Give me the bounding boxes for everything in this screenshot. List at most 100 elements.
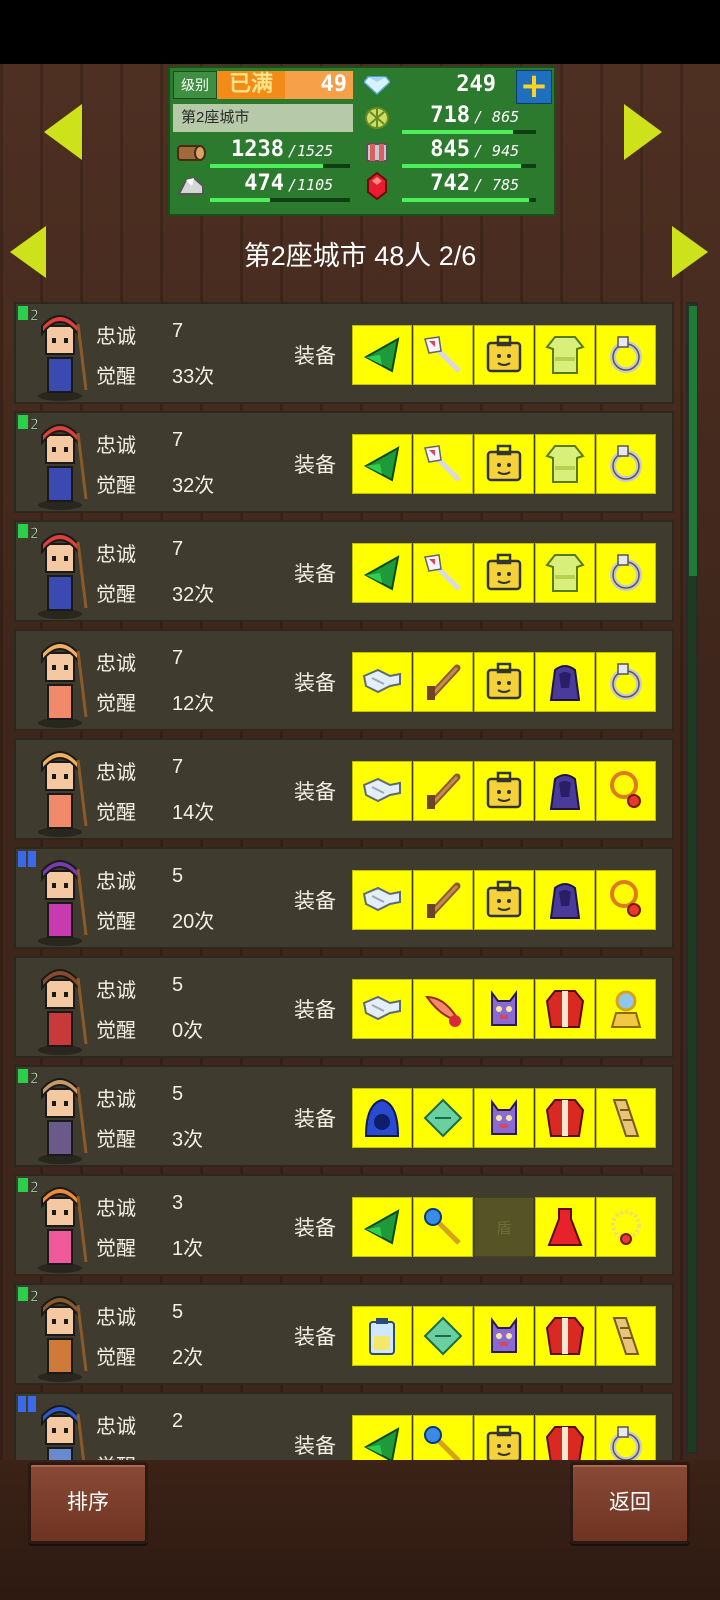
- resident-row[interactable]: 2 忠诚 5 觉醒 2次 装备: [14, 1283, 674, 1385]
- loyalty-value: 5: [172, 865, 184, 887]
- character-portrait[interactable]: 2: [16, 1067, 96, 1167]
- equip-slot[interactable]: [474, 1088, 534, 1148]
- resident-list[interactable]: 2 忠诚 7 觉醒 33次 装备 2 忠诚 7 觉醒 32次 装备 2 忠诚 7 觉醒 32次 装备 忠诚 7 觉醒 12…: [14, 302, 674, 1460]
- wood-max: /1525: [288, 142, 334, 160]
- character-portrait[interactable]: 2: [16, 304, 96, 404]
- list-scrollbar[interactable]: [686, 302, 698, 1454]
- resident-row[interactable]: 忠诚 7 觉醒 12次 装备: [14, 629, 674, 731]
- equip-slot[interactable]: [413, 543, 473, 603]
- equip-slot[interactable]: [352, 1088, 412, 1148]
- equip-slot[interactable]: [352, 434, 412, 494]
- awaken-label: 觉醒: [96, 1450, 136, 1460]
- back-button[interactable]: 返回: [570, 1462, 690, 1544]
- equip-slot[interactable]: [413, 325, 473, 385]
- ruby-value: 742: [430, 171, 470, 196]
- next-page-arrow[interactable]: [672, 226, 708, 278]
- food-value: 718: [430, 103, 470, 128]
- loyalty-value: 7: [172, 320, 184, 342]
- equip-slot[interactable]: [413, 870, 473, 930]
- equip-slot[interactable]: [596, 1415, 656, 1460]
- resident-row[interactable]: 2 忠诚 7 觉醒 32次 装备: [14, 411, 674, 513]
- ring-icon: [604, 1423, 648, 1460]
- character-portrait[interactable]: [16, 958, 96, 1058]
- resident-row[interactable]: 忠诚 5 觉醒 20次 装备: [14, 847, 674, 949]
- equip-slot[interactable]: [352, 1197, 412, 1257]
- add-gems-button[interactable]: +: [516, 69, 552, 104]
- equip-slot[interactable]: [474, 761, 534, 821]
- equip-slot[interactable]: [535, 1306, 595, 1366]
- equip-slot[interactable]: [535, 1197, 595, 1257]
- next-city-arrow[interactable]: [624, 104, 662, 160]
- equip-slot[interactable]: [596, 1197, 656, 1257]
- equip-slot[interactable]: [596, 870, 656, 930]
- sort-button[interactable]: 排序: [28, 1462, 148, 1544]
- equip-slot[interactable]: [413, 1088, 473, 1148]
- equip-slot[interactable]: [596, 652, 656, 712]
- equip-slot[interactable]: [413, 979, 473, 1039]
- equip-slot[interactable]: [535, 870, 595, 930]
- resident-row[interactable]: 忠诚 5 觉醒 0次 装备: [14, 956, 674, 1058]
- character-portrait[interactable]: 2: [16, 1285, 96, 1385]
- character-portrait[interactable]: [16, 1394, 96, 1460]
- equip-slot[interactable]: [352, 1415, 412, 1460]
- equip-slot[interactable]: [413, 1306, 473, 1366]
- equip-label: 装备: [294, 672, 336, 695]
- equip-slot[interactable]: [535, 434, 595, 494]
- prev-city-arrow[interactable]: [44, 104, 82, 160]
- character-portrait[interactable]: 2: [16, 413, 96, 513]
- equip-slot[interactable]: [352, 979, 412, 1039]
- equip-slot[interactable]: [535, 979, 595, 1039]
- equip-slot[interactable]: [596, 761, 656, 821]
- equip-slot[interactable]: [535, 325, 595, 385]
- equip-slot[interactable]: [352, 652, 412, 712]
- equip-slot[interactable]: [535, 652, 595, 712]
- equip-slot[interactable]: 盾: [474, 1197, 534, 1257]
- equip-slot[interactable]: [474, 1306, 534, 1366]
- awaken-count: 2次: [172, 1347, 204, 1369]
- loyalty-value: 5: [172, 1301, 184, 1323]
- equip-slot[interactable]: [535, 761, 595, 821]
- equip-slot[interactable]: [474, 979, 534, 1039]
- equip-slot[interactable]: [596, 434, 656, 494]
- equip-slot[interactable]: [413, 1197, 473, 1257]
- resident-row[interactable]: 忠诚 2 觉醒 装备: [14, 1392, 674, 1460]
- equip-slot[interactable]: [474, 1415, 534, 1460]
- character-portrait[interactable]: 2: [16, 1176, 96, 1276]
- resident-row[interactable]: 2 忠诚 3 觉醒 1次 装备 盾: [14, 1174, 674, 1276]
- resident-row[interactable]: 忠诚 7 觉醒 14次 装备: [14, 738, 674, 840]
- equip-slot[interactable]: [352, 1306, 412, 1366]
- equip-slot[interactable]: [596, 325, 656, 385]
- equip-slot[interactable]: [535, 1415, 595, 1460]
- character-portrait[interactable]: 2: [16, 522, 96, 622]
- character-portrait[interactable]: [16, 849, 96, 949]
- ruby-bar: [402, 198, 536, 202]
- equip-slot[interactable]: [413, 434, 473, 494]
- equip-slot[interactable]: [474, 543, 534, 603]
- equip-slot[interactable]: [596, 543, 656, 603]
- scroll-thumb[interactable]: [689, 306, 697, 576]
- equip-slot[interactable]: [352, 543, 412, 603]
- equip-slot[interactable]: [596, 1306, 656, 1366]
- loyalty-label: 忠诚: [96, 1416, 136, 1438]
- equip-slot[interactable]: [413, 652, 473, 712]
- equip-slot[interactable]: [535, 1088, 595, 1148]
- equip-slot[interactable]: [352, 761, 412, 821]
- equip-slot[interactable]: [474, 325, 534, 385]
- silver-gauntlet-icon: [360, 769, 404, 813]
- equip-slot[interactable]: [413, 1415, 473, 1460]
- resident-row[interactable]: 2 忠诚 7 觉醒 32次 装备: [14, 520, 674, 622]
- equip-slot[interactable]: [596, 1088, 656, 1148]
- equip-slot[interactable]: [474, 870, 534, 930]
- equip-slot[interactable]: [474, 434, 534, 494]
- equip-slot[interactable]: [352, 870, 412, 930]
- equip-slot[interactable]: [596, 979, 656, 1039]
- equip-slot[interactable]: [352, 325, 412, 385]
- equip-slot[interactable]: [535, 543, 595, 603]
- character-portrait[interactable]: [16, 631, 96, 731]
- bag-icon: [482, 442, 526, 486]
- resident-row[interactable]: 2 忠诚 5 觉醒 3次 装备: [14, 1065, 674, 1167]
- equip-slot[interactable]: [413, 761, 473, 821]
- equip-slot[interactable]: [474, 652, 534, 712]
- character-portrait[interactable]: [16, 740, 96, 840]
- resident-row[interactable]: 2 忠诚 7 觉醒 33次 装备: [14, 302, 674, 404]
